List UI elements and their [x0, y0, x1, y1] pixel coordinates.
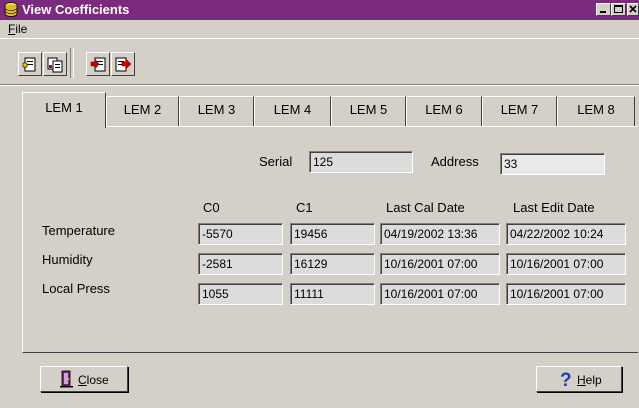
- copy-toolbar-button[interactable]: [18, 52, 42, 76]
- row-label-local-press: Local Press: [42, 281, 110, 296]
- header-c1: C1: [296, 200, 313, 215]
- header-c0: C0: [203, 200, 220, 215]
- local-press-last-edit-field[interactable]: 10/16/2001 07:00: [506, 283, 626, 305]
- humidity-last-cal-field[interactable]: 10/16/2001 07:00: [380, 253, 500, 275]
- window-title: View Coefficients: [22, 2, 130, 17]
- close-button[interactable]: Close: [40, 366, 128, 392]
- temperature-c0-field[interactable]: -5570: [198, 223, 283, 245]
- help-button-label: Help: [577, 373, 602, 387]
- close-window-button[interactable]: [627, 3, 639, 16]
- serial-field[interactable]: 125: [309, 151, 413, 173]
- tab-lem-4[interactable]: LEM 4: [254, 96, 331, 126]
- temperature-c1-field[interactable]: 19456: [290, 223, 375, 245]
- local-press-c0-field[interactable]: 1055: [198, 283, 283, 305]
- minimize-button[interactable]: [596, 3, 611, 16]
- view-coefficients-window: View Coefficients File LEM 1 LEM 2 LEM 3…: [0, 0, 639, 408]
- humidity-c1-field[interactable]: 16129: [290, 253, 375, 275]
- help-question-icon: ?: [559, 369, 573, 392]
- close-button-label: Close: [78, 373, 109, 387]
- address-label: Address: [431, 154, 479, 169]
- exit-door-icon: [60, 370, 74, 391]
- header-last-edit-date: Last Edit Date: [513, 200, 595, 215]
- tab-lem-1[interactable]: LEM 1: [22, 92, 106, 128]
- address-field[interactable]: 33: [500, 153, 605, 175]
- help-button[interactable]: ? Help: [536, 366, 622, 392]
- menu-file[interactable]: File: [8, 22, 27, 36]
- toolbar-divider: [0, 84, 639, 86]
- maximize-button[interactable]: [611, 3, 626, 16]
- svg-text:?: ?: [560, 370, 572, 389]
- toolbar-separator: [70, 48, 74, 78]
- temperature-last-cal-field[interactable]: 04/19/2002 13:36: [380, 223, 500, 245]
- tab-lem-5[interactable]: LEM 5: [331, 96, 406, 126]
- tab-lem-6[interactable]: LEM 6: [406, 96, 482, 126]
- database-icon: [4, 2, 18, 17]
- header-last-cal-date: Last Cal Date: [386, 200, 465, 215]
- serial-label: Serial: [259, 154, 293, 169]
- row-label-humidity: Humidity: [42, 252, 93, 267]
- tab-lem-7[interactable]: LEM 7: [482, 96, 557, 126]
- tab-lem-2[interactable]: LEM 2: [106, 96, 179, 126]
- paste-toolbar-button[interactable]: [43, 52, 67, 76]
- local-press-c1-field[interactable]: 11111: [290, 283, 375, 305]
- menu-bar: File: [0, 20, 639, 38]
- row-label-temperature: Temperature: [42, 223, 115, 238]
- import-toolbar-button[interactable]: [86, 52, 110, 76]
- local-press-last-cal-field[interactable]: 10/16/2001 07:00: [380, 283, 500, 305]
- temperature-last-edit-field[interactable]: 04/22/2002 10:24: [506, 223, 626, 245]
- title-bar[interactable]: View Coefficients: [0, 0, 639, 20]
- tab-lem-3[interactable]: LEM 3: [179, 96, 254, 126]
- tab-lem-8[interactable]: LEM 8: [557, 96, 635, 126]
- export-toolbar-button[interactable]: [111, 52, 135, 76]
- humidity-last-edit-field[interactable]: 10/16/2001 07:00: [506, 253, 626, 275]
- humidity-c0-field[interactable]: -2581: [198, 253, 283, 275]
